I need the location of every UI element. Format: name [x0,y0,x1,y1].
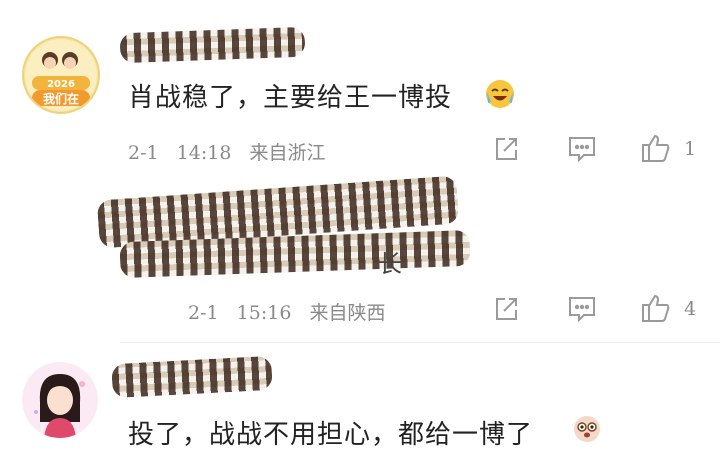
user-avatar[interactable]: 2026 我们在 [22,36,100,114]
svg-text:我们在: 我们在 [43,91,79,106]
avatar-illustration [22,362,98,438]
reply-meta: 2-1 15:16 来自陕西 [188,298,397,325]
reply-text-tail: 长 [378,250,402,278]
like-icon[interactable] [640,132,672,168]
comment-text: 投了，战战不用担心，都给一博了 [128,420,534,450]
user-avatar[interactable] [22,362,98,438]
comment-text: 肖战稳了，主要给王一博投 [128,83,453,113]
comment-location: 来自浙江 [249,142,326,164]
reply-date: 2-1 [188,302,219,324]
like-count: 4 [684,298,697,320]
svg-text:2026: 2026 [47,79,75,90]
share-icon[interactable] [492,135,520,167]
reply-location: 来自陕西 [309,302,386,324]
comment-date: 2-1 [128,142,159,164]
reply-icon[interactable] [567,135,597,167]
reply-icon[interactable] [567,295,597,327]
reply-time: 15:16 [236,302,292,324]
like-icon[interactable] [640,292,672,328]
comment-time: 14:18 [176,142,232,164]
surprised-face-emoji [572,414,602,448]
share-icon[interactable] [492,295,520,327]
comment-meta: 2-1 14:18 来自浙江 [128,138,337,165]
username-censored [111,355,273,399]
username-censored [119,26,306,64]
avatar-illustration: 2026 我们在 [25,39,97,111]
comment-divider [120,342,720,343]
laughing-crying-emoji [484,78,516,114]
like-count: 1 [684,138,697,160]
